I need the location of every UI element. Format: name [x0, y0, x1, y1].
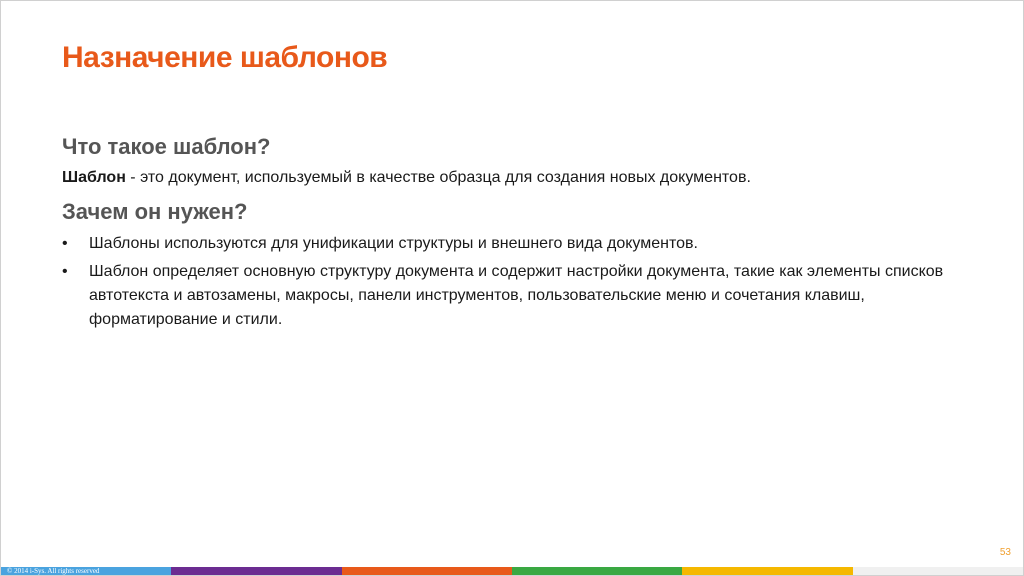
slide: Назначение шаблонов Что такое шаблон? Ша… [0, 0, 1024, 576]
definition-term: Шаблон [62, 169, 126, 186]
section-heading-why: Зачем он нужен? [62, 199, 248, 224]
footer-segment [511, 567, 683, 575]
page-number: 53 [999, 547, 1011, 558]
bullet-text: Шаблон определяет основную структуру док… [89, 263, 944, 328]
definition-text: - это документ, используемый в качестве … [125, 169, 751, 186]
bullet-text: Шаблоны используются для унификации стру… [89, 235, 698, 252]
definition-paragraph: Шаблон - это документ, используемый в ка… [62, 166, 962, 190]
footer-segment [682, 567, 853, 575]
slide-content: Что такое шаблон? Шаблон - это документ,… [62, 133, 962, 336]
bullet-item: • Шаблон определяет основную структуру д… [62, 260, 962, 332]
slide-title: Назначение шаблонов [62, 41, 388, 74]
copyright-text: © 2014 i-Sys. All rights reserved [7, 567, 100, 575]
bullet-icon: • [62, 263, 68, 280]
footer-color-bar [1, 567, 1023, 575]
footer-segment [341, 567, 512, 575]
footer-segment [852, 567, 1023, 575]
bullet-list: • Шаблоны используются для унификации ст… [62, 232, 962, 332]
section-heading-what: Что такое шаблон? [62, 134, 271, 159]
bullet-item: • Шаблоны используются для унификации ст… [62, 232, 962, 256]
footer-segment [171, 567, 342, 575]
bullet-icon: • [62, 235, 68, 252]
